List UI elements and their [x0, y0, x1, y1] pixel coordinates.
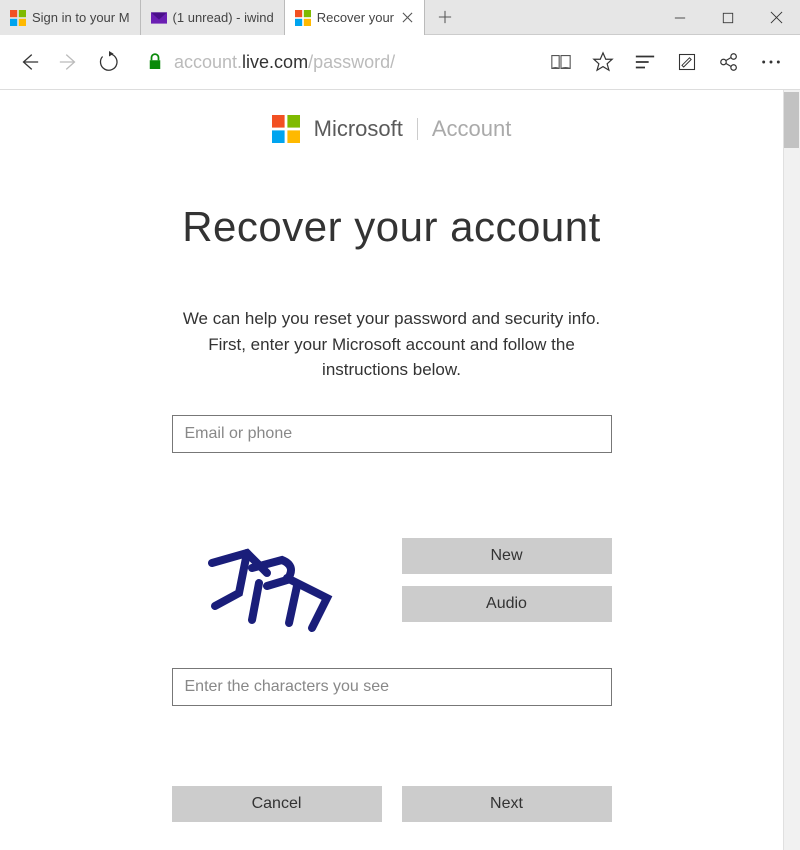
window-close-button[interactable] — [752, 0, 800, 35]
scrollbar-thumb[interactable] — [784, 92, 799, 148]
browser-tab[interactable]: Sign in to your M — [0, 0, 141, 35]
window-titlebar: Sign in to your M (1 unread) - iwind Rec… — [0, 0, 800, 35]
share-icon[interactable] — [718, 51, 740, 73]
brand-name: Microsoft — [314, 116, 403, 142]
page-title: Recover your account — [182, 203, 601, 251]
address-text: account.live.com/password/ — [174, 52, 532, 73]
nav-refresh-button[interactable] — [98, 51, 120, 73]
nav-forward-button[interactable] — [58, 51, 80, 73]
browser-tab-active[interactable]: Recover your — [285, 0, 425, 35]
tab-label: (1 unread) - iwind — [173, 10, 274, 25]
divider — [417, 118, 418, 140]
brand-header: Microsoft Account — [272, 115, 512, 143]
reading-view-icon[interactable] — [550, 51, 572, 73]
next-button[interactable]: Next — [402, 786, 612, 822]
hub-icon[interactable] — [634, 51, 656, 73]
captcha-section: New Audio — [172, 538, 612, 638]
vertical-scrollbar[interactable] — [783, 90, 800, 850]
window-maximize-button[interactable] — [704, 0, 752, 35]
recovery-form: New Audio Cancel Next — [172, 415, 612, 822]
tab-close-icon[interactable] — [400, 11, 414, 25]
email-field[interactable] — [172, 415, 612, 453]
tab-strip: Sign in to your M (1 unread) - iwind Rec… — [0, 0, 656, 34]
lock-icon — [148, 53, 164, 71]
address-bar[interactable]: account.live.com/password/ — [138, 52, 532, 73]
page-viewport: Microsoft Account Recover your account W… — [0, 90, 800, 850]
ms-logo-icon — [10, 10, 26, 26]
nav-back-button[interactable] — [18, 51, 40, 73]
page-description: We can help you reset your password and … — [172, 306, 612, 383]
ms-logo-icon — [295, 10, 311, 26]
new-tab-button[interactable] — [425, 0, 465, 34]
browser-navbar: account.live.com/password/ — [0, 35, 800, 90]
tab-label: Recover your — [317, 10, 394, 25]
page-content: Microsoft Account Recover your account W… — [0, 90, 783, 822]
cancel-button[interactable]: Cancel — [172, 786, 382, 822]
brand-section: Account — [432, 116, 512, 142]
captcha-field[interactable] — [172, 668, 612, 706]
web-note-icon[interactable] — [676, 51, 698, 73]
mail-icon — [151, 10, 167, 26]
favorite-icon[interactable] — [592, 51, 614, 73]
tab-label: Sign in to your M — [32, 10, 130, 25]
ms-logo-icon — [272, 115, 300, 143]
browser-tab[interactable]: (1 unread) - iwind — [141, 0, 285, 35]
more-icon[interactable] — [760, 51, 782, 73]
window-minimize-button[interactable] — [656, 0, 704, 35]
captcha-image — [172, 538, 362, 638]
captcha-audio-button[interactable]: Audio — [402, 586, 612, 622]
window-controls — [656, 0, 800, 34]
captcha-new-button[interactable]: New — [402, 538, 612, 574]
